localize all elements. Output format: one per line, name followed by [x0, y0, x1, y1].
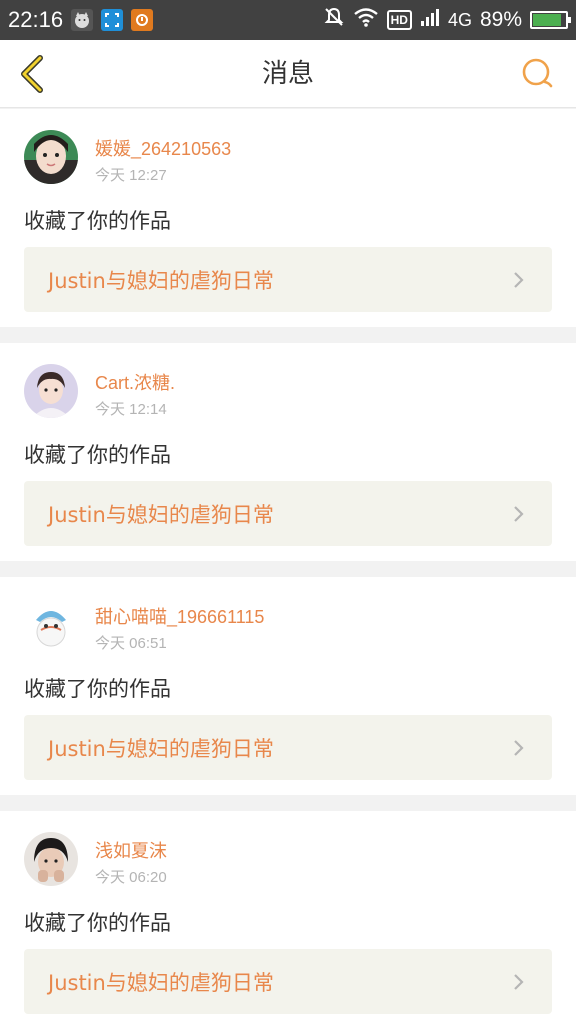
- page-title: 消息: [261, 59, 314, 89]
- work-link[interactable]: Justin与媳妇的虐狗日常: [24, 949, 552, 1014]
- message-username[interactable]: 浅如夏沫: [95, 837, 167, 863]
- chevron-right-icon: [514, 271, 524, 288]
- avatar[interactable]: [24, 130, 78, 184]
- message-item: 甜心喵喵_196661115 今天 06:51 收藏了你的作品 Justin与媳…: [0, 577, 576, 795]
- app-header: 消息: [0, 40, 576, 108]
- message-time: 今天 12:14: [95, 401, 167, 418]
- avatar[interactable]: [24, 364, 78, 418]
- mute-bell-icon: [323, 6, 345, 34]
- network-type: 4G: [447, 9, 472, 30]
- wifi-icon: [353, 7, 379, 33]
- avatar[interactable]: [24, 598, 78, 652]
- work-title: Justin与媳妇的虐狗日常: [48, 502, 274, 527]
- chevron-right-icon: [514, 973, 524, 990]
- battery-percent: 89%: [479, 8, 522, 31]
- search-icon: [522, 58, 553, 88]
- message-action-text: 收藏了你的作品: [24, 209, 171, 233]
- message-action-text: 收藏了你的作品: [24, 677, 171, 701]
- message-time: 今天 12:27: [95, 167, 167, 184]
- battery-level: [533, 14, 562, 26]
- hd-badge: HD: [386, 10, 412, 30]
- avatar[interactable]: [24, 832, 78, 886]
- message-item: Cart.浓糖. 今天 12:14 收藏了你的作品 Justin与媳妇的虐狗日常: [0, 343, 576, 561]
- chevron-right-icon: [514, 739, 524, 756]
- message-username[interactable]: Cart.浓糖.: [95, 369, 175, 395]
- message-item: 媛媛_264210563 今天 12:27 收藏了你的作品 Justin与媳妇的…: [0, 109, 576, 327]
- message-action-text: 收藏了你的作品: [24, 443, 171, 467]
- status-bar: 22:16 HD 4G 89%: [0, 0, 576, 40]
- cat-app-icon: [71, 9, 94, 31]
- message-action-text: 收藏了你的作品: [24, 911, 171, 935]
- message-username[interactable]: 媛媛_264210563: [95, 135, 231, 161]
- search-button[interactable]: [520, 56, 556, 92]
- work-link[interactable]: Justin与媳妇的虐狗日常: [24, 247, 552, 312]
- work-link[interactable]: Justin与媳妇的虐狗日常: [24, 715, 552, 780]
- work-title: Justin与媳妇的虐狗日常: [48, 736, 274, 761]
- work-title: Justin与媳妇的虐狗日常: [48, 268, 274, 293]
- work-title: Justin与媳妇的虐狗日常: [48, 970, 274, 995]
- signal-icon: [420, 7, 440, 33]
- message-item: 浅如夏沫 今天 06:20 收藏了你的作品 Justin与媳妇的虐狗日常: [0, 811, 576, 1024]
- message-username[interactable]: 甜心喵喵_196661115: [95, 603, 264, 629]
- message-time: 今天 06:20: [95, 869, 167, 886]
- camera-app-icon: [131, 9, 154, 31]
- chevron-right-icon: [514, 505, 524, 522]
- message-list: 媛媛_264210563 今天 12:27 收藏了你的作品 Justin与媳妇的…: [0, 109, 576, 1024]
- screenshot-icon: [101, 9, 124, 31]
- battery-icon: [530, 11, 571, 29]
- status-time: 22:16: [8, 7, 64, 32]
- work-link[interactable]: Justin与媳妇的虐狗日常: [24, 481, 552, 546]
- message-time: 今天 06:51: [95, 635, 167, 652]
